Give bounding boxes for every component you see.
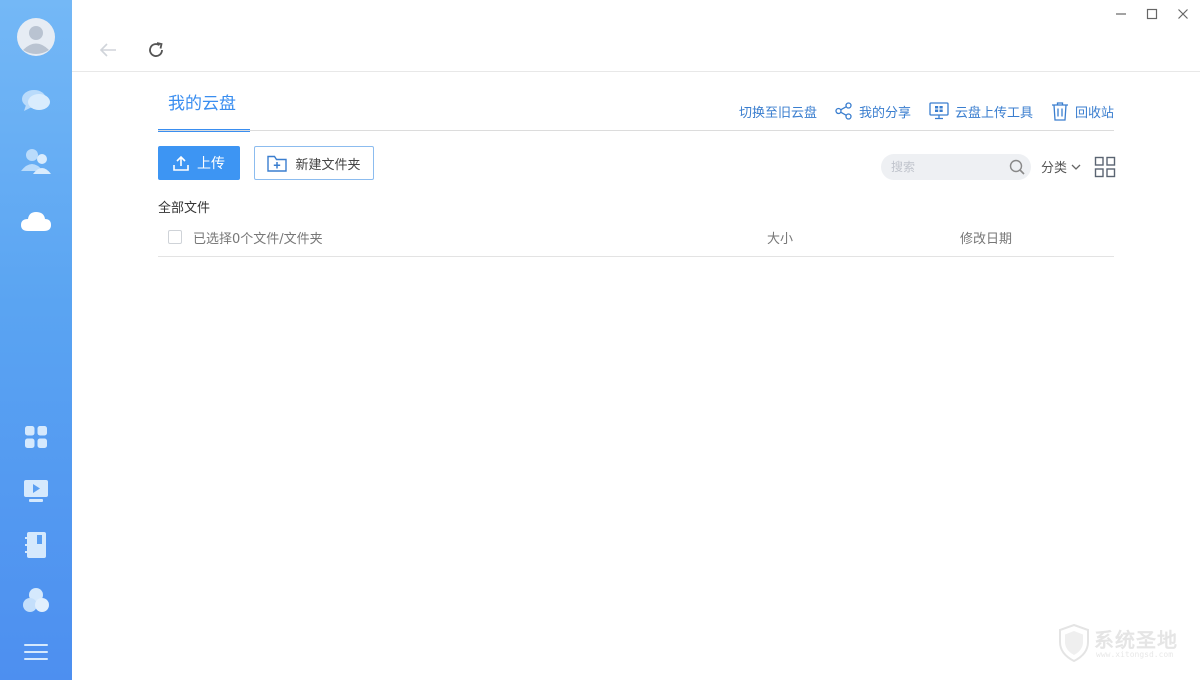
file-list-header: 已选择0个文件/文件夹 大小 修改日期 xyxy=(158,220,1114,257)
apps-icon xyxy=(25,426,47,448)
category-label: 分类 xyxy=(1041,161,1068,176)
recycle-bin-link[interactable]: 回收站 xyxy=(1051,101,1114,121)
avatar[interactable] xyxy=(0,14,72,60)
nav-divider xyxy=(72,71,1200,72)
upload-icon xyxy=(173,155,189,171)
minimize-button[interactable] xyxy=(1111,4,1131,24)
selection-text: 已选择0个文件/文件夹 xyxy=(193,232,323,247)
upload-button[interactable]: 上传 xyxy=(158,146,240,180)
sidebar-item-menu[interactable] xyxy=(0,630,72,674)
breadcrumb[interactable]: 全部文件 xyxy=(158,197,210,216)
page-title[interactable]: 我的云盘 xyxy=(158,90,250,132)
upload-tool-icon xyxy=(929,102,949,120)
maximize-button[interactable] xyxy=(1142,4,1162,24)
cloud-icon xyxy=(21,212,51,231)
circles-icon xyxy=(23,588,49,612)
share-icon xyxy=(835,102,852,120)
header-links: 切换至旧云盘 我的分享 云盘上传工具 回收站 xyxy=(721,100,1114,122)
watermark-text: 系统圣地 xyxy=(1094,628,1178,652)
switch-old-cloud-link[interactable]: 切换至旧云盘 xyxy=(739,102,817,121)
my-share-label: 我的分享 xyxy=(858,105,911,121)
category-dropdown[interactable]: 分类 xyxy=(1041,157,1081,176)
search-icon[interactable] xyxy=(1009,159,1025,175)
refresh-button[interactable] xyxy=(144,38,168,62)
select-all-checkbox[interactable] xyxy=(168,230,182,244)
shield-icon xyxy=(1059,624,1089,662)
avatar-icon xyxy=(17,18,55,56)
upload-tool-label: 云盘上传工具 xyxy=(954,105,1033,121)
tab-divider xyxy=(158,130,1114,131)
sidebar-item-contacts[interactable] xyxy=(0,139,72,183)
sidebar-item-apps[interactable] xyxy=(0,415,72,459)
close-icon xyxy=(1178,9,1188,19)
column-modified[interactable]: 修改日期 xyxy=(960,228,1012,247)
upload-label: 上传 xyxy=(197,156,225,172)
sidebar-item-circles[interactable] xyxy=(0,578,72,622)
maximize-icon xyxy=(1146,8,1158,20)
trash-icon xyxy=(1051,102,1068,121)
my-share-link[interactable]: 我的分享 xyxy=(835,102,911,121)
sidebar-item-cloud[interactable] xyxy=(0,199,72,243)
back-button[interactable] xyxy=(96,38,120,62)
watermark: 系统圣地 www.xitongsd.com xyxy=(1058,624,1194,664)
grid-view-icon[interactable] xyxy=(1094,156,1116,178)
watermark-sub: www.xitongsd.com xyxy=(1096,650,1174,659)
notebook-icon xyxy=(25,532,46,558)
sidebar-item-notebook[interactable] xyxy=(0,523,72,567)
chat-icon xyxy=(22,90,50,111)
close-button[interactable] xyxy=(1173,4,1193,24)
sidebar xyxy=(0,0,72,680)
new-folder-label: 新建文件夹 xyxy=(295,157,361,173)
switch-old-cloud-label: 切换至旧云盘 xyxy=(738,105,817,121)
refresh-icon xyxy=(149,42,163,57)
menu-icon xyxy=(24,644,48,660)
minimize-icon xyxy=(1116,13,1126,15)
sidebar-item-chat[interactable] xyxy=(0,79,72,123)
upload-tool-link[interactable]: 云盘上传工具 xyxy=(929,102,1033,121)
back-arrow-icon xyxy=(99,43,116,57)
contacts-icon xyxy=(21,149,51,174)
search-input[interactable] xyxy=(891,154,1006,180)
search-box xyxy=(881,154,1031,180)
new-folder-icon xyxy=(267,155,288,172)
column-size[interactable]: 大小 xyxy=(767,228,793,247)
sidebar-item-video[interactable] xyxy=(0,469,72,513)
new-folder-button[interactable]: 新建文件夹 xyxy=(254,146,374,180)
chevron-down-icon xyxy=(1071,164,1081,170)
recycle-bin-label: 回收站 xyxy=(1074,105,1114,121)
video-icon xyxy=(24,480,48,502)
